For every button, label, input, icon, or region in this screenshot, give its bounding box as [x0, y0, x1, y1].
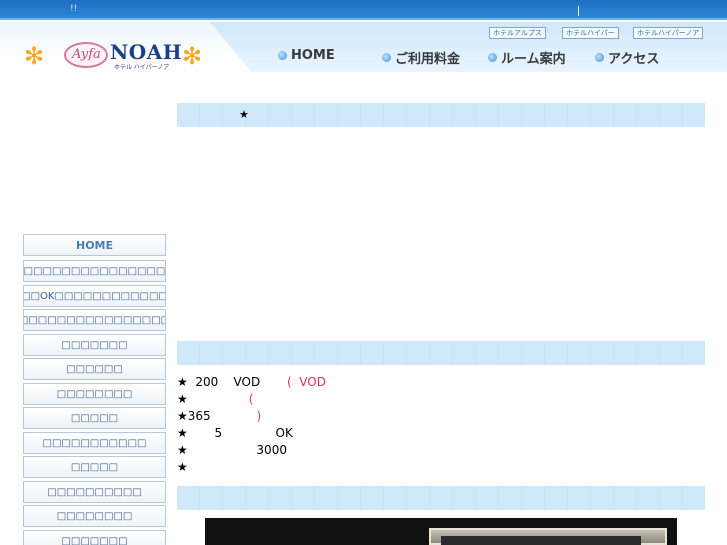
nav-access[interactable]: アクセス [595, 48, 659, 67]
sidebar-item[interactable]: □□□□□□□□□□□□□□□□□□□□ [23, 309, 166, 331]
logo-emblem: Ayfa [64, 42, 108, 68]
sidebar-item[interactable]: □□□□□□□ [23, 334, 166, 356]
flower-decoration-icon: ✻ [24, 42, 45, 70]
sidebar-item[interactable]: □□□□□ [23, 407, 166, 429]
site-logo[interactable]: Ayfa NOAH ホテル ハイパーノア [64, 40, 182, 71]
feature-line: ★ [177, 460, 188, 474]
top-bar-divider [578, 6, 579, 16]
nav-home[interactable]: HOME [278, 48, 335, 63]
sidebar-item[interactable]: □□□□□□□□ [23, 383, 166, 405]
nav-bullet-icon [488, 53, 497, 62]
section-header-band [177, 486, 705, 510]
section-star-mark: ★ [239, 108, 249, 121]
feature-line: ★365 ) [177, 409, 262, 423]
hotel-link-hyper-noah[interactable]: ホテルハイパーノア [633, 27, 704, 39]
feature-line: ★ 200 VOD ( VOD [177, 375, 326, 389]
top-bar: !! [0, 0, 727, 20]
room-photo [205, 518, 677, 545]
sidebar-item[interactable]: □□□□□□□□□□ [23, 481, 166, 503]
flower-decoration-icon: ✻ [182, 42, 203, 70]
sidebar-item[interactable]: □□□□□□□□□□□ [23, 432, 166, 454]
sidebar-item[interactable]: □□□□□□□ [23, 530, 166, 545]
feature-line: ★ ( [177, 392, 254, 406]
nav-bullet-icon [278, 51, 287, 60]
nav-bullet-icon [382, 53, 391, 62]
sidebar-item-home[interactable]: HOME [23, 234, 166, 256]
sidebar-item[interactable]: □□□□□□ [23, 358, 166, 380]
feature-line: ★ 3000 [177, 443, 287, 457]
room-photo-frame [429, 528, 667, 545]
hotel-link-alps[interactable]: ホテルアルプス [489, 27, 546, 39]
nav-bullet-icon [595, 53, 604, 62]
logo-subtitle: ホテル ハイパーノア [114, 64, 170, 71]
sidebar-item[interactable]: □□□□□OK□□□□□□□□□□□□□□□ [23, 285, 166, 307]
sidebar-item[interactable]: □□□□□ [23, 456, 166, 478]
logo-name: NOAH [110, 40, 183, 64]
feature-line: ★ 5 OK [177, 426, 293, 440]
nav-rooms[interactable]: ルーム案内 [488, 48, 566, 67]
section-header-band [177, 341, 705, 365]
hotel-link-hyper[interactable]: ホテルハイパー [562, 27, 619, 39]
nav-pricing[interactable]: ご利用料金 [382, 48, 460, 67]
top-bar-marks: !! [70, 4, 78, 14]
section-header-band: ★ [177, 103, 705, 127]
sidebar-item[interactable]: □□□□□□□□ [23, 505, 166, 527]
sidebar-item[interactable]: □□□□□□□□□□□□□□□□□□□□□ [23, 260, 166, 282]
